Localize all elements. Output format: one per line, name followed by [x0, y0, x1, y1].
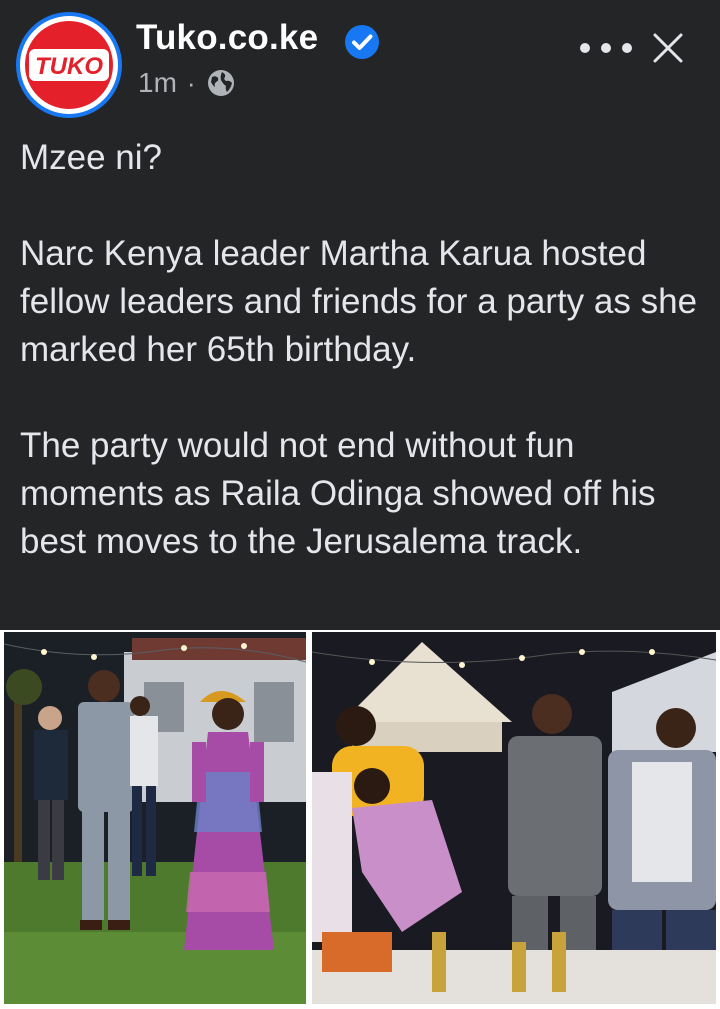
page-avatar[interactable]: TUKO — [16, 12, 122, 118]
facebook-post: TUKO Tuko.co.ke 1m · Mzee ni? Narc Kenya… — [0, 0, 720, 1009]
photo-grid — [0, 630, 720, 1009]
post-text: Mzee ni? Narc Kenya leader Martha Karua … — [20, 134, 700, 566]
post-paragraph-2: Narc Kenya leader Martha Karua hosted fe… — [20, 234, 698, 369]
tuko-logo: TUKO — [25, 21, 113, 109]
post-paragraph-3: The party would not end without fun mome… — [20, 426, 656, 561]
post-paragraph-1: Mzee ni? — [20, 138, 163, 177]
logo-text: TUKO — [35, 53, 103, 80]
photo-outdoor-walk[interactable] — [4, 632, 306, 1004]
post-header: TUKO Tuko.co.ke 1m · — [0, 0, 720, 118]
post-meta: 1m · — [138, 66, 236, 100]
globe-icon[interactable] — [206, 68, 236, 98]
more-options-icon[interactable] — [580, 30, 632, 66]
meta-separator: · — [186, 67, 196, 98]
post-time[interactable]: 1m — [138, 67, 177, 99]
verified-badge-icon — [345, 25, 379, 59]
photo-dance-party[interactable] — [312, 632, 716, 1004]
page-name[interactable]: Tuko.co.ke — [136, 18, 318, 58]
close-icon[interactable] — [650, 30, 686, 66]
